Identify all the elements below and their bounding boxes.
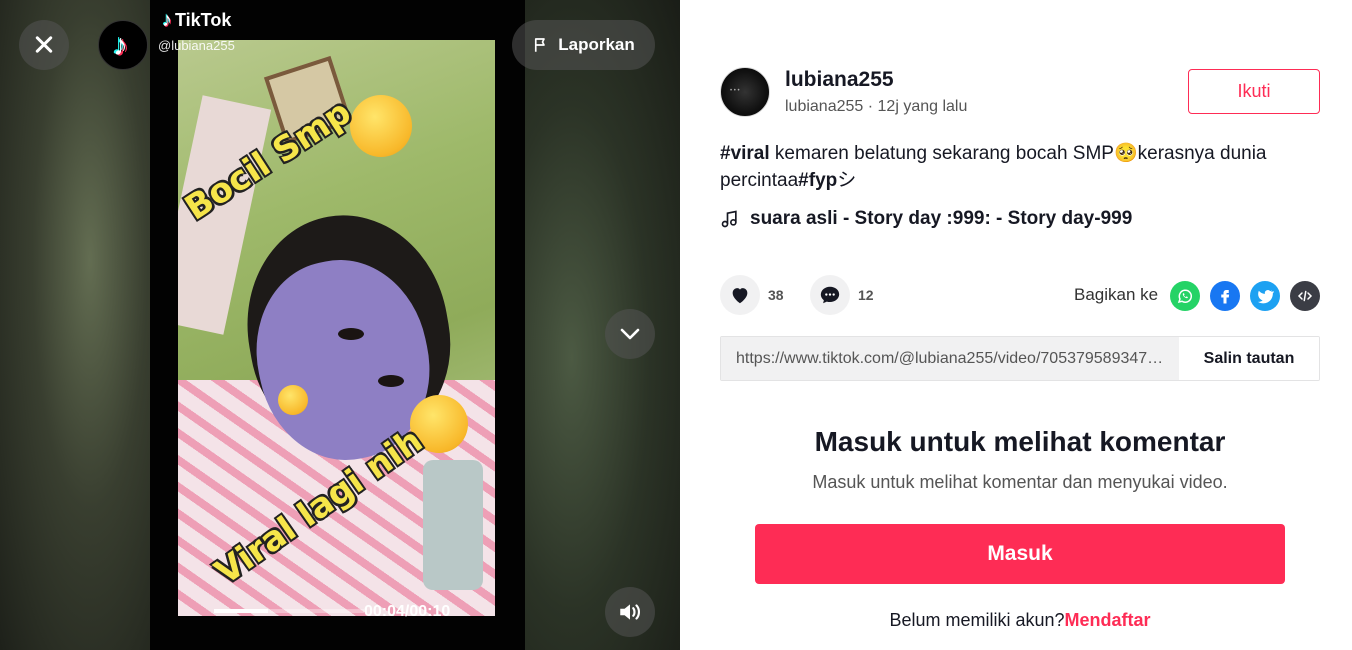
watermark-handle: @lubiana255 xyxy=(158,38,235,53)
follow-button[interactable]: Ikuti xyxy=(1188,69,1320,114)
twitter-share-button[interactable] xyxy=(1250,281,1280,311)
video-scene-bottle xyxy=(423,460,483,590)
tiktok-logo-icon: ♪ xyxy=(113,29,128,62)
description-suffix: シ xyxy=(837,170,857,191)
login-prompt-subtitle: Masuk untuk melihat komentar dan menyuka… xyxy=(812,472,1228,492)
facebook-share-button[interactable] xyxy=(1210,281,1240,311)
music-link[interactable]: suara asli - Story day :999: - Story day… xyxy=(720,208,1132,230)
like-action[interactable]: 38 xyxy=(720,275,784,315)
video-progress-fill xyxy=(214,609,268,613)
embed-icon xyxy=(1297,290,1313,302)
comment-action[interactable]: 12 xyxy=(810,275,874,315)
close-button[interactable] xyxy=(19,20,69,70)
signup-prompt: Belum memiliki akun?Mendaftar xyxy=(680,610,1352,631)
volume-icon xyxy=(620,604,641,620)
volume-button[interactable] xyxy=(605,587,655,637)
login-prompt-title: Masuk untuk melihat komentar xyxy=(814,426,1226,457)
signup-link[interactable]: Mendaftar xyxy=(1065,610,1151,630)
copy-link-button[interactable]: Salin tautan xyxy=(1179,337,1319,380)
video-description: #viral kemaren belatung sekarang bocah S… xyxy=(720,140,1320,194)
whatsapp-share-button[interactable] xyxy=(1170,281,1200,311)
hashtag-viral[interactable]: #viral xyxy=(720,143,770,164)
embed-share-button[interactable] xyxy=(1290,281,1320,311)
author-name[interactable]: lubiana255 xyxy=(785,68,894,92)
twitter-icon xyxy=(1257,290,1274,304)
video-scene-eye xyxy=(338,328,364,340)
like-count: 38 xyxy=(768,287,784,303)
music-title: suara asli - Story day :999: - Story day… xyxy=(750,208,1133,229)
video-player[interactable]: Bocil Smp Viral lagi nih 00:04/00:10 ♪ ♪… xyxy=(0,0,680,650)
chevron-down-icon xyxy=(620,328,640,340)
blurred-background-right xyxy=(525,0,680,650)
hashtag-fyp[interactable]: #fyp xyxy=(798,170,837,191)
flag-icon xyxy=(535,38,546,52)
author-avatar[interactable]: • • • xyxy=(720,67,770,117)
details-panel: • • • lubiana255 lubiana255 · 12j yang l… xyxy=(680,0,1352,650)
facebook-icon xyxy=(1221,290,1230,304)
share-link-box: https://www.tiktok.com/@lubiana255/video… xyxy=(720,336,1320,381)
brand-watermark: ♪ TikTok xyxy=(162,9,231,32)
comment-count: 12 xyxy=(858,287,874,303)
share-link-url[interactable]: https://www.tiktok.com/@lubiana255/video… xyxy=(721,337,1179,380)
music-note-icon xyxy=(721,210,737,228)
brand-name: TikTok xyxy=(175,10,232,30)
comment-icon xyxy=(820,286,840,304)
video-progress-bar[interactable] xyxy=(214,609,364,613)
report-button[interactable]: Laporkan xyxy=(512,20,655,70)
no-account-text: Belum memiliki akun? xyxy=(889,610,1065,630)
login-button[interactable]: Masuk xyxy=(755,524,1285,584)
comment-button[interactable] xyxy=(810,275,850,315)
tiktok-logo-icon: ♪ xyxy=(162,9,172,31)
report-label: Laporkan xyxy=(558,35,635,54)
blurred-background-left xyxy=(0,0,150,650)
author-meta: lubiana255 · 12j yang lalu xyxy=(785,98,968,115)
laughing-emoji-sticker xyxy=(350,95,412,157)
like-button[interactable] xyxy=(720,275,760,315)
video-scene-eye xyxy=(378,375,404,387)
next-video-button[interactable] xyxy=(605,309,655,359)
whatsapp-icon xyxy=(1177,289,1193,304)
share-label: Bagikan ke xyxy=(1074,285,1159,304)
video-time: 00:04/00:10 xyxy=(364,603,451,620)
video-frame[interactable]: Bocil Smp Viral lagi nih xyxy=(178,40,495,616)
tongue-emoji-sticker xyxy=(278,385,308,415)
heart-icon xyxy=(732,288,748,304)
